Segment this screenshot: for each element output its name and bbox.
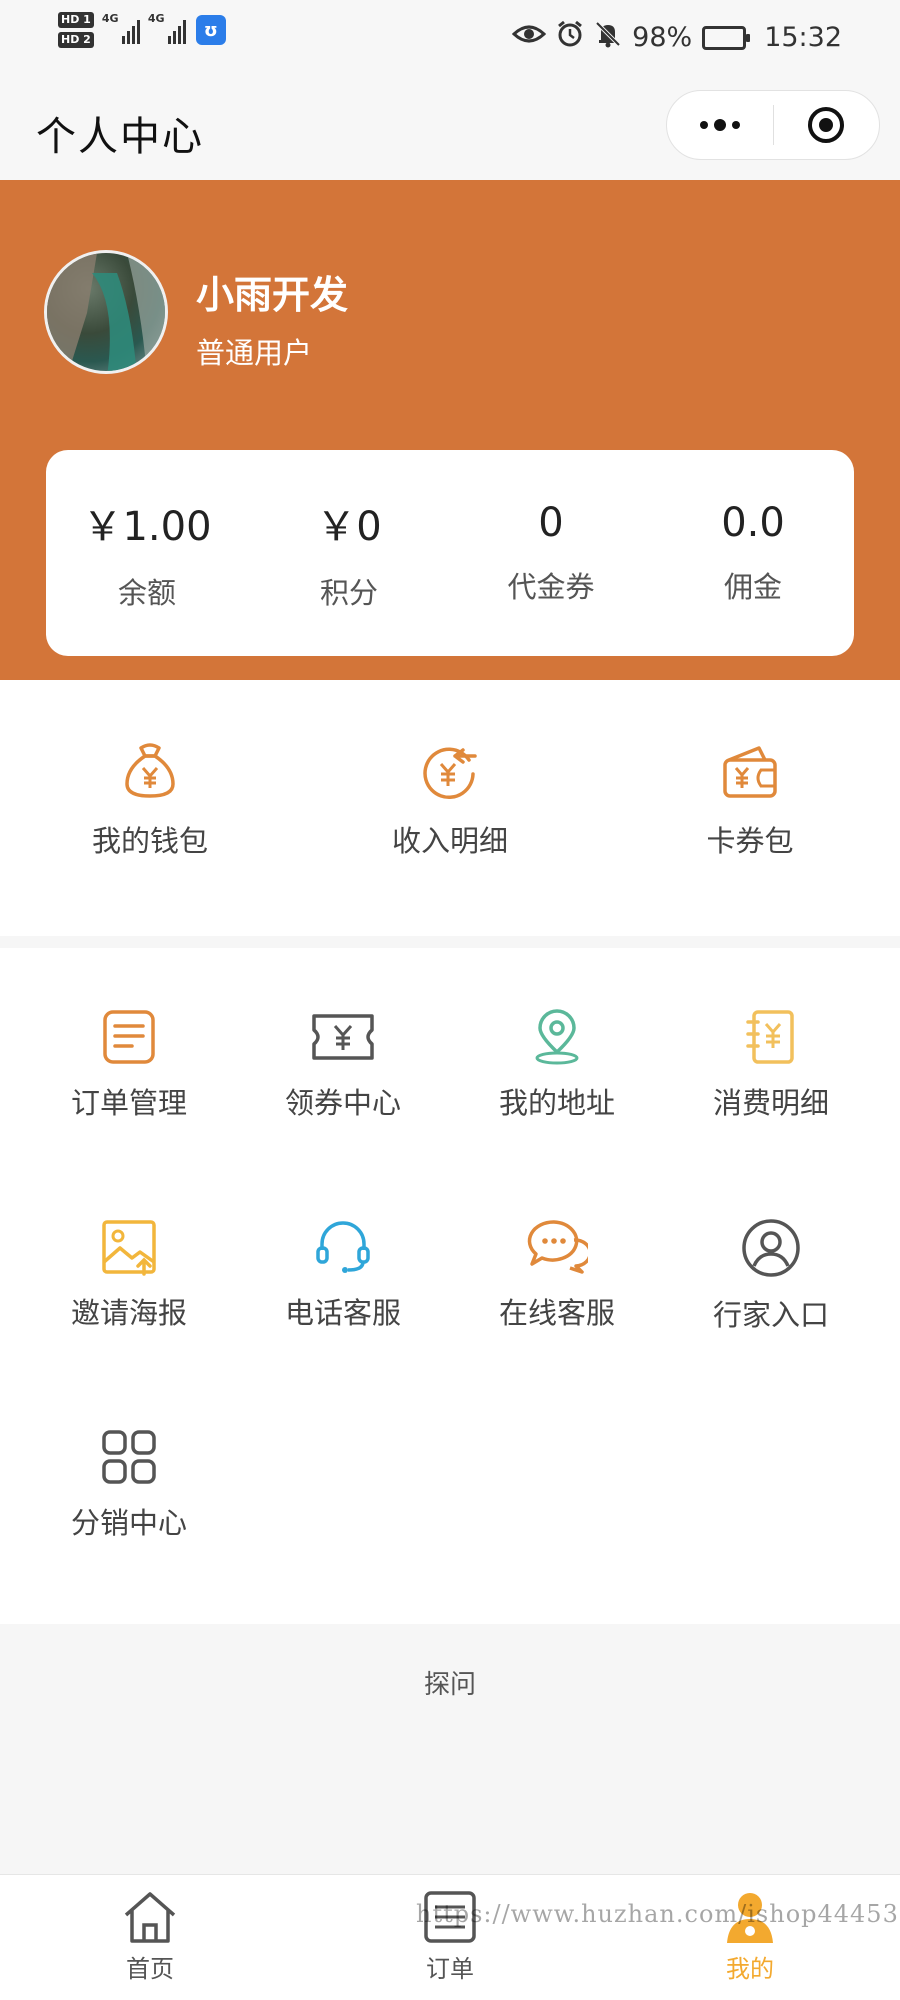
stat-value: 0 [538,500,564,546]
stat-label: 积分 [319,576,378,610]
alarm-icon [556,20,584,55]
headset-icon [316,1221,370,1273]
wallet-item-label: 收入明细 [391,824,508,858]
wallet-section: 我的钱包 收入明细 卡券包 [0,680,900,936]
grid-item-invite-poster[interactable]: 邀请海报 [22,1218,236,1398]
grid-item-label: 我的地址 [498,1086,615,1120]
status-bar: HD 1 HD 2 4G 4G ʊ 98% 15:32 [0,0,900,80]
tab-label: 我的 [726,1955,774,1983]
tab-mine[interactable]: 我的 [600,1875,900,2000]
stat-label: 余额 [117,576,176,610]
service-grid: 订单管理 领券中心 我的地址 消费明细 邀请海报 电话客服 在线客服 行家入口 … [0,948,900,1624]
home-icon [124,1892,176,1943]
tab-bar: 首页 订单 我的 [0,1874,900,2000]
grid-item-label: 电话客服 [284,1296,401,1330]
user-role: 普通用户 [196,336,313,370]
grid-item-orders[interactable]: 订单管理 [22,1008,236,1188]
poster-icon [102,1220,156,1276]
grid-item-online-service[interactable]: 在线客服 [450,1218,664,1398]
hd-badge: HD 2 [58,32,94,48]
battery-icon [702,25,751,50]
tab-label: 订单 [426,1955,474,1983]
tab-orders[interactable]: 订单 [300,1875,600,2000]
stat-value: 0.0 [721,500,785,546]
stats-card: ￥1.00 余额 ￥0 积分 0 代金券 0.0 佣金 [46,450,854,656]
income-icon [423,747,477,800]
grid-apps-icon [102,1430,156,1484]
nav-bar: 个人中心 [0,80,900,180]
money-bag-icon [125,743,175,798]
stat-value: ￥0 [316,504,382,550]
clock-time: 15:32 [764,22,842,53]
stat-points[interactable]: ￥0 积分 [248,450,450,656]
battery-percent: 98% [632,22,693,53]
wallet-item-income[interactable]: 收入明细 [300,680,600,936]
notebook-icon [746,1010,794,1064]
stat-value: ￥1.00 [82,504,212,550]
stat-label: 佣金 [723,570,782,604]
wallet-item-label: 卡券包 [706,824,794,858]
grid-item-label: 订单管理 [70,1086,187,1120]
stat-vouchers[interactable]: 0 代金券 [450,450,652,656]
grid-item-phone-service[interactable]: 电话客服 [236,1218,450,1398]
footer-text: 探问 [423,1670,476,1700]
more-menu-button[interactable] [667,91,773,159]
avatar[interactable] [44,250,168,374]
order-icon [103,1010,155,1064]
mini-program-capsule [666,90,880,160]
coupon-icon [312,1014,374,1060]
user-name: 小雨开发 [196,273,349,317]
tab-home[interactable]: 首页 [0,1875,300,2000]
hd-badge: HD 1 [58,12,94,28]
grid-item-expert-entry[interactable]: 行家入口 [664,1218,878,1398]
mute-bell-icon [594,20,622,55]
grid-item-label: 消费明细 [712,1086,829,1120]
stat-label: 代金券 [507,570,595,604]
grid-item-label: 领券中心 [284,1086,401,1120]
stat-commission[interactable]: 0.0 佣金 [652,450,854,656]
eye-icon [511,22,547,53]
app-notification-icon: ʊ [195,15,226,45]
grid-item-coupon-center[interactable]: 领券中心 [236,1008,450,1188]
grid-item-address[interactable]: 我的地址 [450,1008,664,1188]
signal-icon: 4G [102,12,140,44]
grid-item-spending[interactable]: 消费明细 [664,1008,878,1188]
watermark-text: https://www.huzhan.com/ishop44453 [416,1900,899,1928]
chat-icon [527,1220,588,1274]
page-title: 个人中心 [36,114,204,160]
target-close-icon [808,107,845,143]
location-icon [535,1009,579,1065]
close-mini-program-button[interactable] [774,91,880,159]
wallet-item-card-wallet[interactable]: 卡券包 [600,680,900,936]
grid-item-label: 邀请海报 [70,1296,187,1330]
wallet-item-label: 我的钱包 [91,824,208,858]
grid-item-label: 在线客服 [498,1296,615,1330]
grid-item-label: 行家入口 [712,1298,829,1332]
signal-icon: 4G [148,12,186,44]
user-circle-icon [742,1219,800,1277]
grid-item-label: 分销中心 [70,1506,187,1540]
card-wallet-icon [723,746,777,798]
grid-item-distribution[interactable]: 分销中心 [22,1428,236,1608]
stat-balance[interactable]: ￥1.00 余额 [46,450,248,656]
tab-label: 首页 [126,1955,174,1983]
more-dots-icon [699,119,740,131]
wallet-item-my-wallet[interactable]: 我的钱包 [0,680,300,936]
